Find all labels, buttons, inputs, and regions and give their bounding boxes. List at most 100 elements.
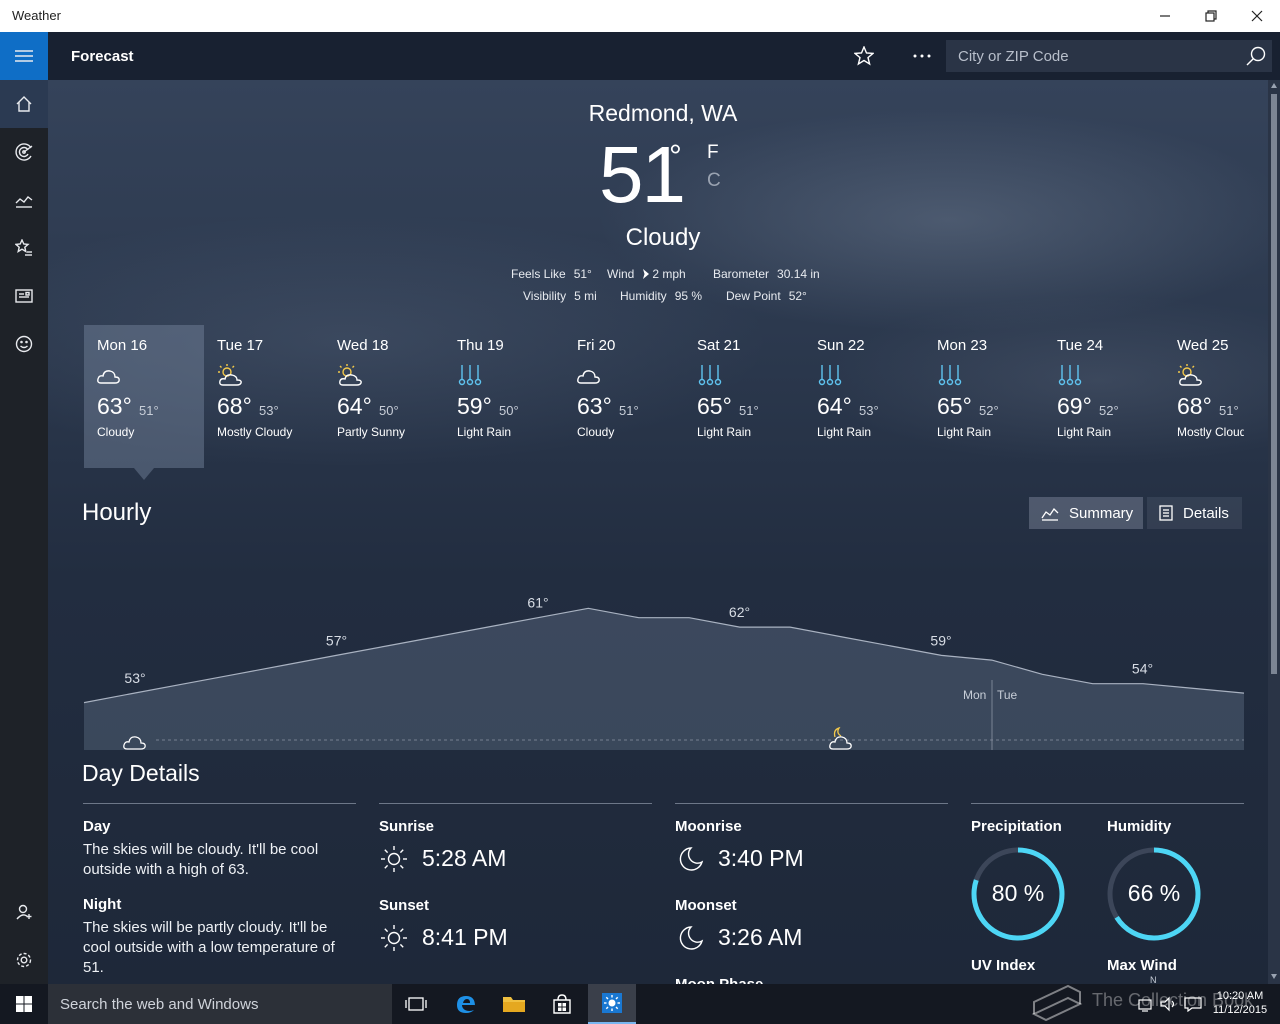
weather-sun-icon — [602, 993, 622, 1013]
account-icon — [16, 904, 32, 920]
day-name: Sat 21 — [697, 337, 741, 354]
metric-dew-point: Dew Point 52° — [726, 289, 807, 303]
unit-celsius-toggle[interactable]: C — [707, 170, 721, 192]
day-card[interactable]: Wed 18 64° 50° Partly Sunny — [324, 325, 444, 468]
humidity-value: 66 % — [1127, 880, 1181, 906]
precipitation-label: Precipitation — [971, 818, 1062, 835]
day-card[interactable]: Tue 24 69° 52° Light Rain — [1044, 325, 1164, 468]
metric-label: Humidity — [620, 289, 667, 303]
start-button[interactable] — [0, 984, 48, 1024]
day-high: 64° — [337, 393, 372, 419]
day-condition: Light Rain — [937, 425, 992, 439]
day-card[interactable]: Wed 25 68° 51° Mostly Cloudy — [1164, 325, 1244, 468]
max-wind-direction: N — [1150, 975, 1157, 984]
volume-icon[interactable] — [1160, 996, 1178, 1012]
day-condition: Light Rain — [697, 425, 752, 439]
more-button[interactable] — [898, 32, 946, 80]
day-card[interactable]: Mon 23 65° 52° Light Rain — [924, 325, 1044, 468]
clock-time: 10:20 AM — [1216, 990, 1264, 1002]
day-card[interactable]: Mon 16 63° 51° Cloudy — [84, 325, 204, 468]
day-card[interactable]: Fri 20 63° 51° Cloudy — [564, 325, 684, 468]
uv-index-label: UV Index — [971, 957, 1036, 974]
list-icon — [1159, 505, 1173, 521]
details-button[interactable]: Details — [1147, 497, 1242, 529]
divider — [379, 803, 652, 804]
store-button[interactable] — [538, 984, 586, 1024]
nav-news[interactable] — [0, 272, 48, 320]
details-label: Details — [1183, 504, 1229, 522]
minimize-button[interactable] — [1142, 0, 1188, 32]
rain-icon — [818, 365, 842, 386]
system-clock[interactable]: 10:20 AM 11/12/2015 — [1207, 989, 1273, 1017]
nav-feedback[interactable] — [0, 320, 48, 368]
app-header: Forecast — [48, 32, 1280, 80]
forecast-content: Redmond, WA 51 ° F C Cloudy Feels Like 51… — [48, 80, 1268, 984]
day-name: Tue 24 — [1057, 337, 1104, 354]
favorites-list-icon — [15, 239, 32, 256]
metric-value: 51° — [573, 267, 592, 281]
unit-fahrenheit-toggle[interactable]: F — [707, 142, 719, 164]
location-name: Redmond, WA — [588, 100, 738, 126]
scroll-up-icon[interactable] — [1270, 82, 1278, 90]
task-view-icon — [405, 997, 427, 1011]
folder-icon — [503, 997, 525, 1012]
task-view-button[interactable] — [392, 984, 440, 1024]
day-condition: Cloudy — [577, 425, 615, 439]
day-high: 65° — [697, 393, 732, 419]
scroll-down-icon[interactable] — [1270, 972, 1278, 980]
radar-icon — [15, 143, 33, 161]
nav-settings[interactable] — [0, 936, 48, 984]
action-center-icon[interactable] — [1184, 996, 1202, 1012]
scrollbar[interactable] — [1268, 80, 1280, 984]
hour-temperature-label: 61° — [527, 595, 548, 611]
hourly-title: Hourly — [82, 499, 152, 526]
edge-taskbar-button[interactable] — [442, 984, 490, 1024]
nav-rail — [0, 32, 48, 984]
divider — [675, 803, 948, 804]
day-condition: Mostly Cloudy — [217, 425, 293, 439]
nav-maps[interactable] — [0, 128, 48, 176]
summary-button[interactable]: Summary — [1029, 497, 1143, 529]
close-button[interactable] — [1234, 0, 1280, 32]
metric-label: Feels Like — [511, 267, 566, 281]
day-name: Sun 22 — [817, 337, 865, 354]
title-bar: Weather — [0, 0, 1280, 32]
nav-account[interactable] — [0, 888, 48, 936]
taskbar-search — [48, 984, 392, 1024]
search-button[interactable] — [1244, 44, 1268, 68]
day-label: Day — [83, 818, 111, 835]
humidity-label: Humidity — [1107, 818, 1172, 835]
network-icon[interactable] — [1138, 996, 1156, 1012]
restore-icon — [1205, 10, 1217, 22]
day-card[interactable]: Sun 22 64° 53° Light Rain — [804, 325, 924, 468]
restore-button[interactable] — [1188, 0, 1234, 32]
window-title: Weather — [12, 8, 61, 23]
day-card[interactable]: Sat 21 65° 51° Light Rain — [684, 325, 804, 468]
favorite-button[interactable] — [840, 32, 888, 80]
day-high: 69° — [1057, 393, 1092, 419]
day-name: Fri 20 — [577, 337, 616, 354]
metric-label: Barometer — [713, 267, 770, 281]
search-input[interactable] — [946, 40, 1236, 72]
day-label-mon: Mon — [963, 688, 987, 702]
hour-temperature-label: 59° — [930, 632, 951, 648]
hamburger-button[interactable] — [0, 32, 48, 80]
day-card[interactable]: Thu 19 59° 50° Light Rain — [444, 325, 564, 468]
taskbar-search-input[interactable] — [48, 984, 392, 1024]
night-label: Night — [83, 896, 122, 913]
metric-wind: Wind 2 mph — [607, 267, 686, 281]
day-low: 50° — [379, 403, 399, 418]
file-explorer-button[interactable] — [490, 984, 538, 1024]
nav-places[interactable] — [0, 224, 48, 272]
day-name: Mon 16 — [97, 337, 148, 354]
divider — [83, 803, 356, 804]
rain-icon — [698, 365, 722, 386]
metric-humidity: Humidity 95 % — [620, 289, 702, 303]
day-low: 52° — [979, 403, 999, 418]
day-card[interactable]: Tue 17 68° 53° Mostly Cloudy — [204, 325, 324, 468]
weather-taskbar-button[interactable] — [588, 984, 636, 1024]
nav-historical[interactable] — [0, 176, 48, 224]
historical-chart-icon — [15, 196, 33, 208]
scrollbar-thumb[interactable] — [1271, 94, 1277, 674]
nav-forecast[interactable] — [0, 80, 48, 128]
